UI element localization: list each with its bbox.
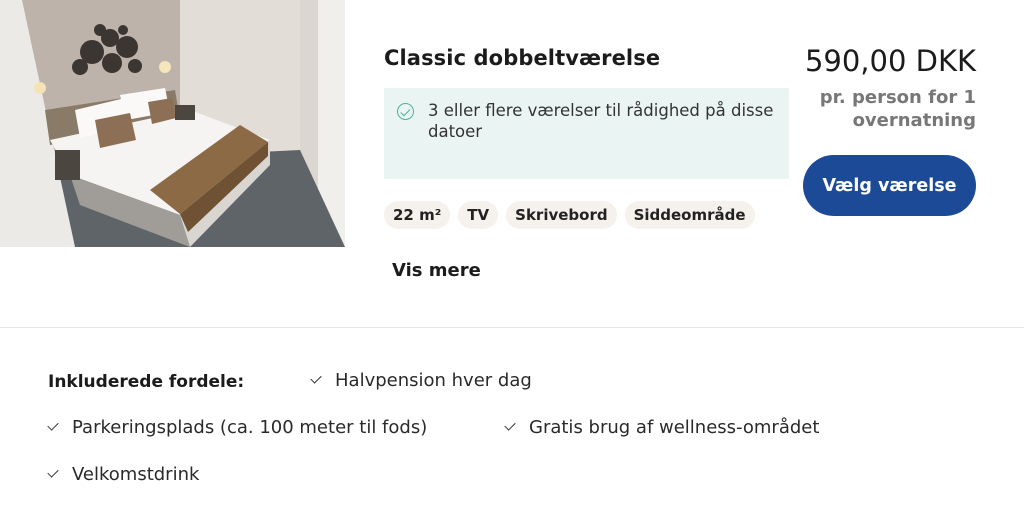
availability-notice: 3 eller flere værelser til rådighed på d… [384,88,789,179]
amenity-tag-size: 22 m² [384,201,451,229]
benefit-text: Gratis brug af wellness-området [529,417,820,438]
benefit-item: Velkomstdrink [47,464,200,485]
room-price: 590,00 DKK [804,44,976,78]
check-circle-icon [397,103,414,120]
benefit-item: Gratis brug af wellness-området [504,417,820,438]
benefits-label: Inkluderede fordele: [48,372,245,392]
check-icon [504,419,516,431]
price-unit: pr. person for 1 overnatning [819,87,976,131]
check-icon [47,419,59,431]
availability-text: 3 eller flere værelser til rådighed på d… [428,101,774,141]
benefit-item: Parkeringsplads (ca. 100 meter til fods) [47,417,428,438]
benefit-text: Halvpension hver dag [335,370,532,391]
benefit-text: Velkomstdrink [72,464,200,485]
room-card: Classic dobbeltværelse 3 eller flere vær… [0,0,1024,532]
divider [0,327,1024,328]
show-more-link[interactable]: Vis mere [392,260,481,281]
check-icon [310,372,322,384]
amenity-tag-seating: Siddeområde [624,201,755,229]
benefit-text: Parkeringsplads (ca. 100 meter til fods) [72,417,428,438]
room-title: Classic dobbeltværelse [384,46,661,70]
room-amenities: 22 m² TV Skrivebord Siddeområde [384,201,755,229]
amenity-tag-desk: Skrivebord [506,201,617,229]
check-icon [47,466,59,478]
select-room-button[interactable]: Vælg værelse [803,155,976,216]
room-photo[interactable] [0,0,345,247]
benefit-item: Halvpension hver dag [310,370,532,391]
amenity-tag-tv: TV [458,201,499,229]
